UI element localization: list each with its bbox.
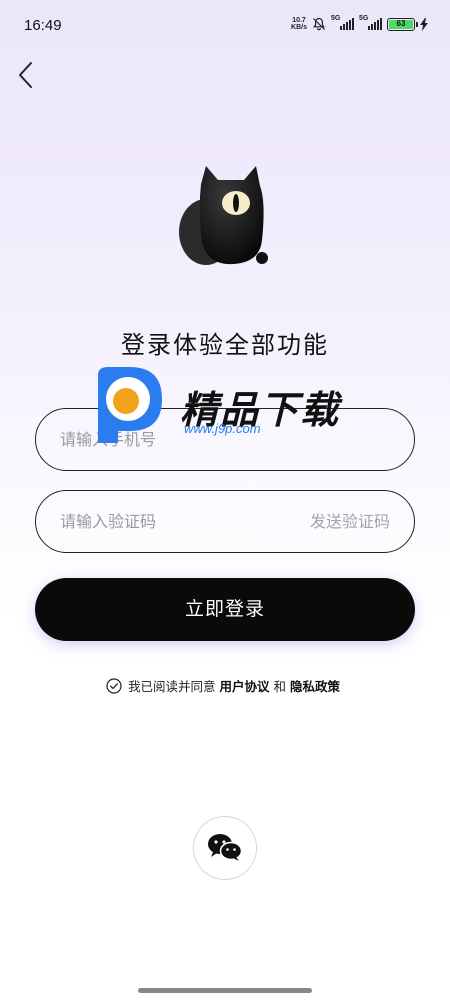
watermark: 精品下载 www.j9p.com — [88, 365, 348, 445]
home-indicator[interactable] — [138, 988, 312, 993]
agreement-row: 我已阅读并同意 用户协议 和 隐私政策 — [0, 676, 450, 695]
watermark-logo — [98, 367, 162, 443]
page-title: 登录体验全部功能 — [121, 331, 329, 359]
battery-level: 63 — [389, 19, 413, 29]
cell-signal-1: 5G — [331, 15, 354, 30]
wechat-icon — [208, 834, 243, 861]
privacy-policy-link[interactable]: 隐私政策 — [290, 676, 340, 695]
agreement-and: 和 — [273, 679, 287, 694]
code-field: 发送验证码 — [35, 490, 415, 553]
back-button[interactable] — [14, 60, 42, 90]
wechat-login-button[interactable] — [193, 816, 257, 880]
charging-bolt-icon — [420, 17, 428, 31]
status-bar: 16:49 10.7 KB/s 5G 5G 63 — [0, 0, 450, 54]
status-time: 16:49 — [24, 17, 62, 34]
battery-icon: 63 — [387, 17, 418, 31]
login-button[interactable]: 立即登录 — [35, 578, 415, 641]
verification-code-input[interactable] — [60, 491, 280, 552]
agreement-prefix: 我已阅读并同意 — [127, 679, 216, 694]
cat-logo — [179, 166, 268, 265]
bell-muted-icon — [313, 17, 325, 31]
cell-signal-2: 5G — [359, 15, 382, 30]
chevron-left-icon — [19, 62, 32, 88]
status-icons: 10.7 KB/s 5G 5G 63 — [291, 15, 428, 31]
send-code-button[interactable]: 发送验证码 — [310, 491, 390, 552]
watermark-url: www.j9p.com — [184, 421, 261, 436]
user-agreement-link[interactable]: 用户协议 — [219, 676, 269, 695]
checkbox-icon[interactable] — [106, 677, 122, 694]
network-speed: 10.7 KB/s — [291, 17, 307, 31]
